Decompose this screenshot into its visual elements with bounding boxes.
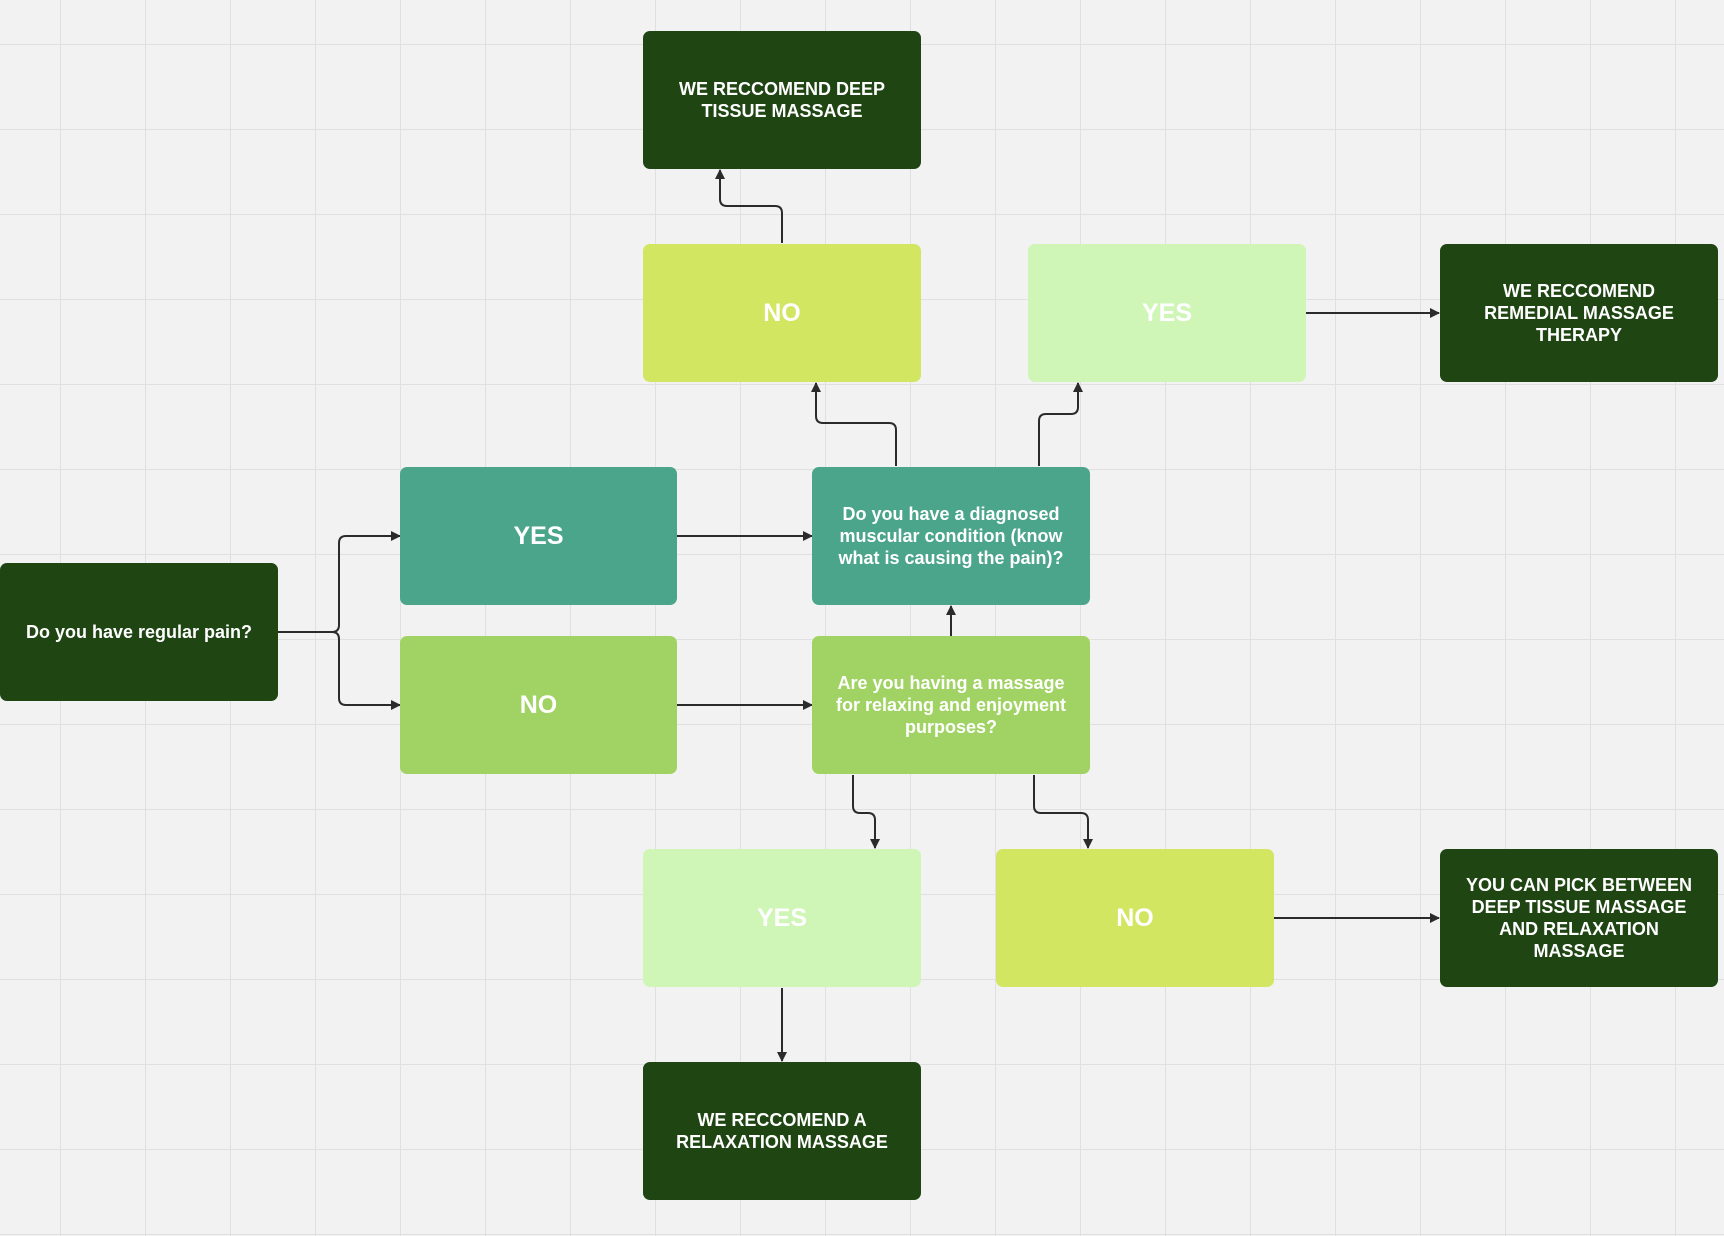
recommendation-remedial[interactable]: WE RECCOMEND REMEDIAL MASSAGE THERAPY (1440, 244, 1718, 382)
answer-no-diagnosed[interactable]: NO (643, 244, 921, 382)
answer-yes-label: YES (513, 521, 564, 550)
answer-yes-regular-pain[interactable]: YES (400, 467, 677, 605)
connector-no-to-deep-tissue (715, 169, 783, 243)
answer-yes-relaxing-label: YES (756, 903, 808, 932)
answer-no-relaxing[interactable]: NO (996, 849, 1274, 987)
connector-start-to-no (278, 631, 401, 710)
connector-diagnosed-to-no (811, 382, 897, 466)
answer-no-relaxing-label: NO (1116, 903, 1154, 932)
answer-yes-diagnosed[interactable]: YES (1028, 244, 1306, 382)
start-node-regular-pain[interactable]: Do you have regular pain? (0, 563, 278, 701)
recommendation-relaxation-label: WE RECCOMEND A RELAXATION MASSAGE (676, 1110, 888, 1152)
question-relaxing-purposes[interactable]: Are you having a massage for relaxing an… (812, 636, 1090, 774)
connector-diagnosed-to-yes (1038, 382, 1083, 466)
recommendation-deep-tissue[interactable]: WE RECCOMEND DEEP TISSUE MASSAGE (643, 31, 921, 169)
answer-yes-relaxing[interactable]: YES (643, 849, 921, 987)
answer-no-label: NO (519, 690, 558, 719)
connector-relaxing-to-no (1033, 775, 1093, 849)
recommendation-deep-tissue-label: WE RECCOMEND DEEP TISSUE MASSAGE (678, 79, 885, 121)
recommendation-pick-between[interactable]: YOU CAN PICK BETWEEN DEEP TISSUE MASSAGE… (1440, 849, 1718, 987)
recommendation-pick-between-label: YOU CAN PICK BETWEEN DEEP TISSUE MASSAGE… (1465, 875, 1692, 961)
recommendation-relaxation[interactable]: WE RECCOMEND A RELAXATION MASSAGE (643, 1062, 921, 1200)
answer-yes-diagnosed-label: YES (1141, 298, 1193, 327)
answer-no-regular-pain[interactable]: NO (400, 636, 677, 774)
connector-start-to-yes (278, 531, 401, 633)
recommendation-remedial-label: WE RECCOMEND REMEDIAL MASSAGE THERAPY (1484, 281, 1674, 345)
question-relaxing-label: Are you having a massage for relaxing an… (835, 673, 1067, 737)
question-diagnosed-condition[interactable]: Do you have a diagnosed muscular conditi… (812, 467, 1090, 605)
connector-relaxing-to-yes (852, 775, 880, 849)
question-diagnosed-label: Do you have a diagnosed muscular conditi… (838, 504, 1064, 568)
answer-no-diagnosed-label: NO (763, 298, 801, 327)
start-node-label: Do you have regular pain? (25, 622, 253, 642)
